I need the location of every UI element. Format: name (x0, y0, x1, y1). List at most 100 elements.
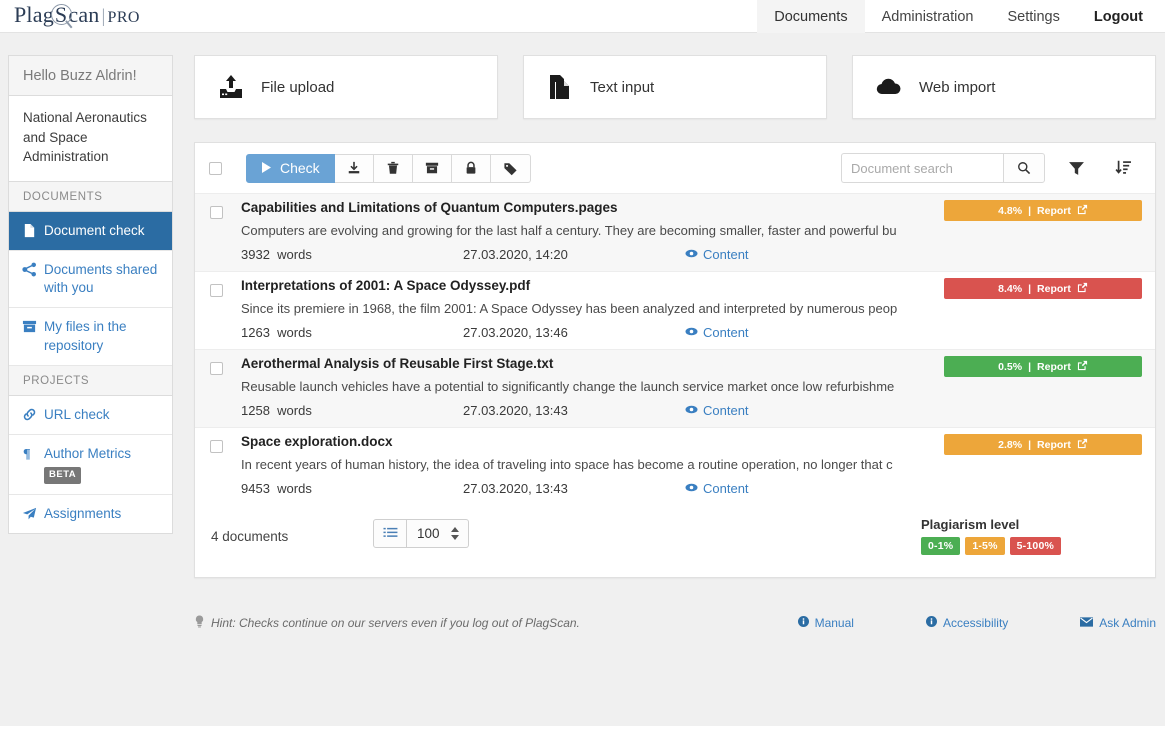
accessibility-link[interactable]: Accessibility (925, 616, 1009, 630)
row-checkbox[interactable] (210, 206, 223, 219)
select-all-checkbox[interactable] (209, 161, 222, 175)
documents-count: 4 documents (211, 529, 289, 544)
plagiarism-report-badge[interactable]: 2.8% | Report (944, 434, 1142, 455)
ask-admin-link[interactable]: Ask Admin (1080, 616, 1156, 630)
app-header: Plag Scan | PRO Documents Administration Se… (0, 0, 1165, 33)
delete-button[interactable] (373, 153, 413, 183)
info-icon (797, 616, 809, 630)
content-link[interactable]: Content (685, 325, 749, 340)
logo-text-pro: PRO (107, 9, 140, 26)
row-checkbox[interactable] (210, 440, 223, 453)
filter-button[interactable] (1059, 153, 1093, 183)
tag-button[interactable] (490, 153, 531, 183)
content-link[interactable]: Content (685, 247, 749, 262)
svg-text:¶: ¶ (23, 446, 31, 461)
table-row[interactable]: Capabilities and Limitations of Quantum … (195, 193, 1155, 271)
sidebar-item-label: Documents shared with you (44, 261, 158, 296)
archive-button[interactable] (412, 153, 452, 183)
plagiarism-percent: 8.4% (998, 282, 1023, 295)
report-label: Report (1037, 438, 1071, 451)
content-link[interactable]: Content (685, 481, 749, 496)
word-count-label: words (277, 325, 312, 340)
word-count: 1258 (241, 403, 270, 418)
table-row[interactable]: Aerothermal Analysis of Reusable First S… (195, 349, 1155, 427)
list-view-button[interactable] (373, 519, 407, 548)
ask-admin-link-label: Ask Admin (1099, 616, 1156, 630)
lightbulb-icon (194, 615, 205, 631)
text-input-card[interactable]: Text input (523, 55, 827, 119)
page-body: Hello Buzz Aldrin! National Aeronautics … (0, 33, 1165, 742)
row-checkbox[interactable] (210, 362, 223, 375)
upload-icon (217, 73, 245, 101)
search-input[interactable] (841, 153, 1003, 183)
table-row[interactable]: Space exploration.docx In recent years o… (195, 427, 1155, 505)
eye-icon (685, 481, 698, 496)
plagiarism-report-badge[interactable]: 8.4% | Report (944, 278, 1142, 299)
content-link-label: Content (703, 481, 749, 496)
search-icon (1018, 162, 1031, 175)
logo-divider: | (101, 6, 106, 27)
nav-item-administration[interactable]: Administration (865, 0, 991, 33)
table-row[interactable]: Interpretations of 2001: A Space Odyssey… (195, 271, 1155, 349)
sidebar-item-label: Author Metrics (44, 446, 132, 461)
web-import-card[interactable]: Web import (852, 55, 1156, 119)
document-search (841, 153, 1045, 183)
nav-item-documents[interactable]: Documents (757, 0, 865, 33)
sidebar-item-my-files[interactable]: My files in the repository (9, 308, 172, 366)
logo-text-can: can (68, 2, 100, 27)
sort-button[interactable] (1107, 153, 1141, 183)
external-link-icon (1077, 360, 1088, 374)
plagiarism-report-badge[interactable]: 0.5% | Report (944, 356, 1142, 377)
sidebar-item-url-check[interactable]: URL check (9, 395, 172, 435)
check-button[interactable]: Check (246, 153, 335, 183)
footer-hint-text: Hint: Checks continue on our servers eve… (211, 616, 580, 630)
list-icon (382, 527, 397, 537)
document-snippet: Computers are evolving and growing for t… (241, 223, 897, 238)
word-count: 1263 (241, 325, 270, 340)
eye-icon (685, 247, 698, 262)
search-button[interactable] (1003, 153, 1045, 183)
sidebar-item-label: Document check (44, 222, 145, 238)
manual-link[interactable]: Manual (797, 616, 854, 630)
spinner-arrows-icon (451, 527, 459, 540)
toolbar-right (841, 153, 1141, 183)
document-title: Capabilities and Limitations of Quantum … (241, 200, 618, 215)
logo-text-s: S (54, 2, 68, 27)
main-navigation: Documents Administration Settings Logout (757, 0, 1165, 33)
lock-button[interactable] (451, 153, 491, 183)
sidebar-item-author-metrics[interactable]: ¶ Author Metrics BETA (9, 435, 172, 496)
sidebar-item-documents-shared[interactable]: Documents shared with you (9, 250, 172, 309)
file-upload-card[interactable]: File upload (194, 55, 498, 119)
word-count-label: words (277, 481, 312, 496)
sidebar-item-assignments[interactable]: Assignments (9, 495, 172, 534)
document-date: 27.03.2020, 13:43 (463, 481, 568, 496)
sidebar-item-document-check[interactable]: Document check (9, 211, 172, 251)
download-button[interactable] (334, 153, 374, 183)
beta-badge: BETA (44, 467, 82, 485)
sidebar: Hello Buzz Aldrin! National Aeronautics … (8, 55, 173, 535)
file-upload-label: File upload (261, 78, 335, 96)
nav-item-logout[interactable]: Logout (1077, 0, 1165, 33)
document-snippet: Reusable launch vehicles have a potentia… (241, 379, 895, 394)
sidebar-organization: National Aeronautics and Space Administr… (9, 96, 172, 182)
cloud-upload-icon (875, 73, 903, 101)
page-size-value: 100 (417, 526, 440, 541)
accessibility-link-label: Accessibility (942, 616, 1009, 630)
check-button-label: Check (280, 160, 320, 176)
text-document-icon (546, 73, 574, 101)
legend-chip-low: 0-1% (921, 537, 961, 555)
plagscan-logo: Plag Scan | PRO (14, 2, 140, 29)
document-snippet: In recent years of human history, the id… (241, 457, 893, 472)
download-icon (348, 161, 359, 174)
plagiarism-report-badge[interactable]: 4.8% | Report (944, 200, 1142, 221)
content-link[interactable]: Content (685, 403, 749, 418)
badge-separator: | (1028, 282, 1032, 295)
documents-toolbar: Check (195, 143, 1155, 193)
row-checkbox[interactable] (210, 284, 223, 297)
legend-title: Plagiarism level (921, 517, 1020, 532)
archive-icon (22, 319, 37, 334)
page-size-select[interactable]: 100 (407, 519, 469, 548)
plagiarism-percent: 0.5% (998, 360, 1023, 373)
nav-item-settings[interactable]: Settings (990, 0, 1076, 33)
badge-separator: | (1028, 204, 1032, 217)
